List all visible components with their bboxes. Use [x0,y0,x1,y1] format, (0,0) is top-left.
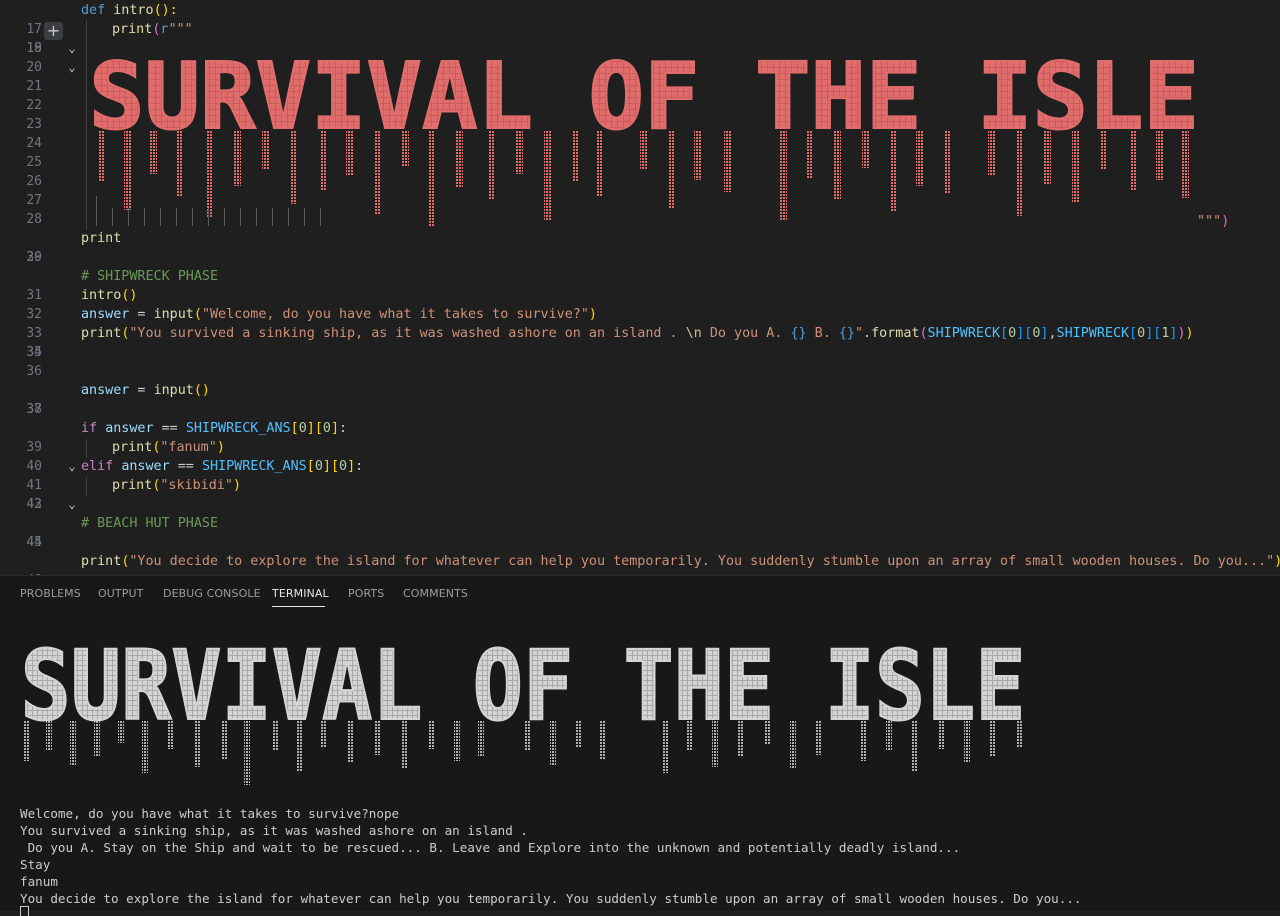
line-number: 45 [26,535,42,550]
format-placeholder: {} [838,326,855,341]
terminal-output-line: fanum [20,874,58,889]
ascii-banner-terminal: SURVIVAL OF THE ISLE [18,631,1038,791]
line-number: 19 [26,41,42,56]
constant: SHIPWRECK_ANS [185,421,291,436]
line-number: 27 [26,193,42,208]
active-tab-indicator [272,606,325,607]
constant: SHIPWRECK_ANS [201,459,307,474]
code-line[interactable]: 46 print("You decide to explore the isla… [0,552,1280,575]
keyword: elif [81,459,114,474]
tab-problems[interactable]: PROBLEMS [20,587,81,600]
code-line[interactable]: 18 ⌄ print(r""" [0,20,1280,74]
function-name: print [112,22,153,37]
line-number: 26 [26,174,42,189]
string-literal: " [854,326,864,341]
string-literal: B. [806,326,839,341]
function-call: format [871,326,920,341]
line-number: 25 [26,155,42,170]
variable: answer [81,383,130,398]
line-number: 23 [26,117,42,132]
function-call: print [112,440,153,455]
code-line[interactable]: 31 # SHIPWRECK PHASE [0,267,1280,303]
keyword: def [81,3,106,18]
function-call: intro [81,288,122,303]
number: 0 [339,459,348,474]
code-line[interactable]: 44 # BEACH HUT PHASE [0,514,1280,550]
operator: == [169,459,202,474]
terminal-output-line: Welcome, do you have what it takes to su… [20,806,400,821]
string-literal: "You decide to explore the island for wh… [129,554,1275,569]
code-line[interactable]: 32 intro() [0,286,1280,322]
comment: # BEACH HUT PHASE [81,516,219,531]
number: 0 [298,421,307,436]
line-number: 35 [26,345,42,360]
number: 0 [1008,326,1017,341]
terminal-cursor[interactable] [20,906,29,916]
bottom-panel: PROBLEMS OUTPUT DEBUG CONSOLE TERMINAL P… [0,575,1280,916]
number: 0 [322,421,331,436]
string-literal: "Welcome, do you have what it takes to s… [201,307,589,322]
tab-ports[interactable]: PORTS [348,587,384,600]
line-number: 21 [26,79,42,94]
code-line[interactable]: 41 ⌄ elif answer == SHIPWRECK_ANS[0][0]: [0,457,1280,511]
ascii-banner-editor: SURVIVAL OF THE ISLE [84,38,1204,230]
line-number: 24 [26,136,42,151]
code-line[interactable]: 17 ⌄ def intro(): [0,1,1280,55]
code-line[interactable]: 37 answer = input() [0,381,1280,417]
operator: == [153,421,186,436]
terminal-output-line: You decide to explore the island for wha… [20,891,1082,906]
panel-tab-bar: PROBLEMS OUTPUT DEBUG CONSOLE TERMINAL P… [0,576,1280,612]
code-line[interactable]: 40 print("fanum") [0,438,1280,474]
punctuation: (): [153,3,178,18]
tab-debug-console[interactable]: DEBUG CONSOLE [163,587,261,600]
line-number: 43 [26,497,42,512]
number: 0 [1137,326,1146,341]
line-number: 22 [26,98,42,113]
function-call: input [153,307,194,322]
constant: SHIPWRECK [927,326,1001,341]
number: 0 [314,459,323,474]
string-literal: "You survived a sinking ship, as it was … [129,326,686,341]
function-call: print [112,478,153,493]
string-literal: Do you A. [701,326,791,341]
tab-output[interactable]: OUTPUT [98,587,143,600]
function-call: print [81,554,122,569]
code-line[interactable]: 34 print("You survived a sinking ship, a… [0,324,1280,360]
string-literal: "skibidi" [160,478,233,493]
line-number: 30 [26,250,42,265]
line-number: 38 [26,402,42,417]
line-number: 20 [26,60,42,75]
variable: answer [81,307,130,322]
code-line[interactable]: 29 print [0,229,1280,265]
line-number: 28 [26,212,42,227]
function-name: print [81,231,122,246]
string-literal: "fanum" [160,440,217,455]
tab-terminal[interactable]: TERMINAL [272,587,329,600]
code-editor[interactable]: 17 ⌄ def intro(): + 18 ⌄ print(r""" 19 2… [0,0,1280,575]
variable: answer [105,421,154,436]
code-line[interactable]: 33 answer = input("Welcome, do you have … [0,305,1280,341]
code-line[interactable]: 42 print("skibidi") [0,476,1280,512]
constant: SHIPWRECK [1056,326,1130,341]
terminal-output-line: You survived a sinking ship, as it was w… [20,823,528,838]
keyword: if [81,421,98,436]
format-placeholder: {} [790,326,807,341]
terminal-output-line: Stay [20,857,51,872]
line-number: 36 [26,364,42,379]
terminal-output-line: Do you A. Stay on the Ship and wait to b… [20,840,961,855]
variable: answer [121,459,170,474]
function-name: intro [113,3,154,18]
string-literal: """ [168,22,193,37]
tab-comments[interactable]: COMMENTS [403,587,468,600]
function-call: print [81,326,122,341]
function-call: input [153,383,194,398]
code-line[interactable]: 39 ⌄ if answer == SHIPWRECK_ANS[0][0]: [0,419,1280,473]
comment: # SHIPWRECK PHASE [81,269,219,284]
escape-sequence: \n [685,326,702,341]
